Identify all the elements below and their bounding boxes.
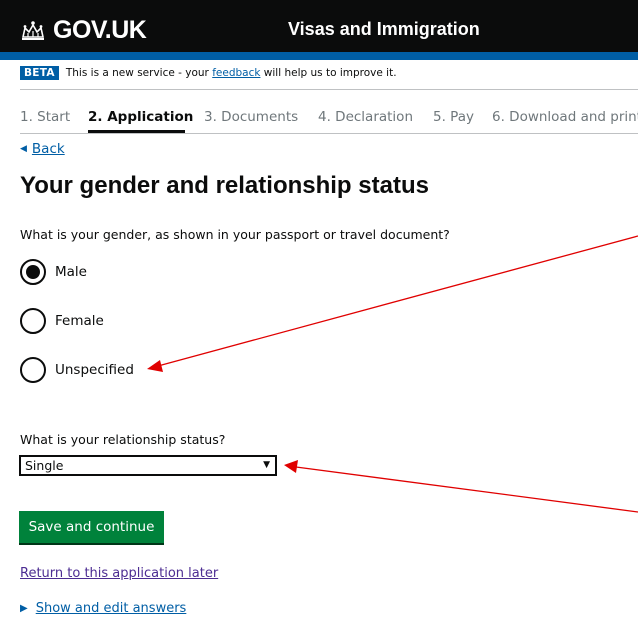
service-name[interactable]: Visas and Immigration xyxy=(288,19,480,40)
radio-unspecified[interactable]: Unspecified xyxy=(20,357,134,383)
radio-selected-dot xyxy=(26,265,40,279)
save-and-continue-button[interactable]: Save and continue xyxy=(19,511,164,543)
show-and-edit-answers[interactable]: ▶ Show and edit answers xyxy=(20,601,186,616)
govuk-header: GOV.UK Visas and Immigration xyxy=(0,0,638,52)
step-documents: 3. Documents xyxy=(204,109,299,125)
radio-circle[interactable] xyxy=(20,308,46,334)
radio-label-female[interactable]: Female xyxy=(55,313,104,329)
radio-label-male[interactable]: Male xyxy=(55,264,87,280)
radio-label-unspecified[interactable]: Unspecified xyxy=(55,362,134,378)
radio-male[interactable]: Male xyxy=(20,259,87,285)
dropdown-arrow-icon: ▼ xyxy=(263,460,270,470)
radio-circle[interactable] xyxy=(20,259,46,285)
annotation-arrowhead-icon xyxy=(284,460,298,473)
back-link-label: Back xyxy=(31,141,65,157)
feedback-link[interactable]: feedback xyxy=(212,67,260,79)
crown-icon xyxy=(22,20,44,40)
header-stripe xyxy=(0,52,638,60)
step-start: 1. Start xyxy=(20,109,71,125)
beta-text-before: This is a new service - your xyxy=(65,67,213,79)
back-triangle-icon: ◀ xyxy=(20,144,27,154)
step-pay: 5. Pay xyxy=(433,109,474,125)
radio-circle[interactable] xyxy=(20,357,46,383)
beta-tag: BETA xyxy=(20,66,59,80)
relationship-question: What is your relationship status? xyxy=(20,432,226,447)
expand-triangle-icon: ▶ xyxy=(20,603,28,614)
gender-question: What is your gender, as shown in your pa… xyxy=(20,227,450,242)
step-application: 2. Application xyxy=(88,109,194,125)
beta-text-after: will help us to improve it. xyxy=(260,67,397,79)
show-and-edit-answers-label: Show and edit answers xyxy=(35,601,187,616)
annotation-arrow-line xyxy=(157,235,638,367)
relationship-status-select[interactable]: Single ▼ xyxy=(19,455,277,476)
divider xyxy=(20,89,638,90)
logo-text: GOV.UK xyxy=(53,16,147,44)
step-download-and-print: 6. Download and print xyxy=(492,109,638,125)
radio-female[interactable]: Female xyxy=(20,308,104,334)
back-link[interactable]: ◀ Back xyxy=(20,141,65,157)
annotation-arrow-line xyxy=(295,466,638,513)
govuk-logo[interactable]: GOV.UK xyxy=(20,16,147,45)
step-declaration: 4. Declaration xyxy=(318,109,414,125)
select-value: Single xyxy=(25,458,64,473)
page-title: Your gender and relationship status xyxy=(20,172,429,199)
divider xyxy=(20,133,638,134)
return-later-link[interactable]: Return to this application later xyxy=(20,566,218,581)
beta-banner: BETA This is a new service - your feedba… xyxy=(20,66,397,80)
annotation-arrowhead-icon xyxy=(147,360,163,372)
